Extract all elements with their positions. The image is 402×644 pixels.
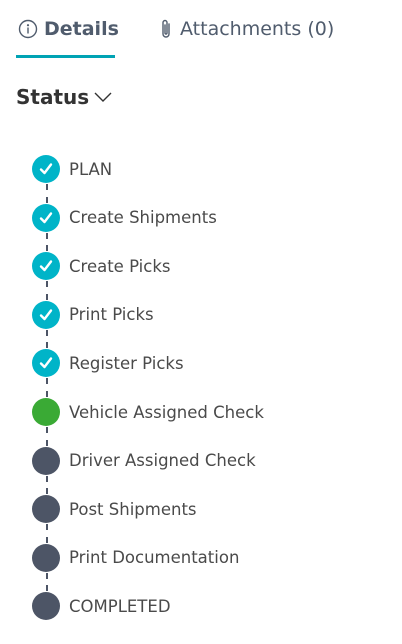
pending-step-dot bbox=[32, 495, 60, 524]
step-connector bbox=[46, 378, 48, 397]
checkmark-icon bbox=[32, 349, 60, 378]
status-step: Register Picks bbox=[32, 348, 184, 378]
checkmark-icon bbox=[32, 203, 60, 232]
step-label: Print Picks bbox=[69, 305, 154, 325]
step-connector bbox=[46, 572, 48, 592]
status-step: Driver Assigned Check bbox=[32, 446, 256, 476]
step-label: COMPLETED bbox=[69, 596, 171, 616]
step-connector bbox=[46, 329, 48, 349]
status-stepper: PLAN Create Shipments Create Picks Print Pi… bbox=[0, 0, 402, 644]
step-connector bbox=[46, 281, 48, 300]
step-label: Driver Assigned Check bbox=[69, 451, 256, 471]
status-step: Create Shipments bbox=[32, 203, 217, 233]
status-step: PLAN bbox=[32, 154, 112, 184]
status-step: Post Shipments bbox=[32, 494, 197, 524]
step-connector bbox=[46, 475, 48, 495]
step-connector bbox=[46, 427, 48, 446]
step-label: Vehicle Assigned Check bbox=[69, 402, 264, 422]
checkmark-icon bbox=[32, 300, 60, 329]
step-label: Post Shipments bbox=[69, 499, 197, 519]
step-label: Create Picks bbox=[69, 256, 171, 276]
status-step: Print Picks bbox=[32, 300, 154, 330]
status-step: Print Documentation bbox=[32, 543, 239, 573]
step-label: Print Documentation bbox=[69, 548, 240, 568]
step-label: PLAN bbox=[69, 159, 113, 179]
pending-step-dot bbox=[32, 592, 60, 621]
status-step: Create Picks bbox=[32, 251, 170, 281]
step-label: Register Picks bbox=[69, 353, 184, 373]
current-step-dot bbox=[32, 398, 60, 426]
step-connector bbox=[46, 184, 48, 203]
status-step: COMPLETED bbox=[32, 591, 171, 621]
status-step: Vehicle Assigned Check bbox=[32, 397, 264, 427]
pending-step-dot bbox=[32, 543, 60, 572]
pending-step-dot bbox=[32, 446, 60, 475]
step-label: Create Shipments bbox=[69, 208, 217, 228]
checkmark-icon bbox=[32, 155, 60, 183]
checkmark-icon bbox=[32, 252, 60, 281]
step-connector bbox=[46, 524, 48, 543]
step-connector bbox=[46, 232, 48, 252]
